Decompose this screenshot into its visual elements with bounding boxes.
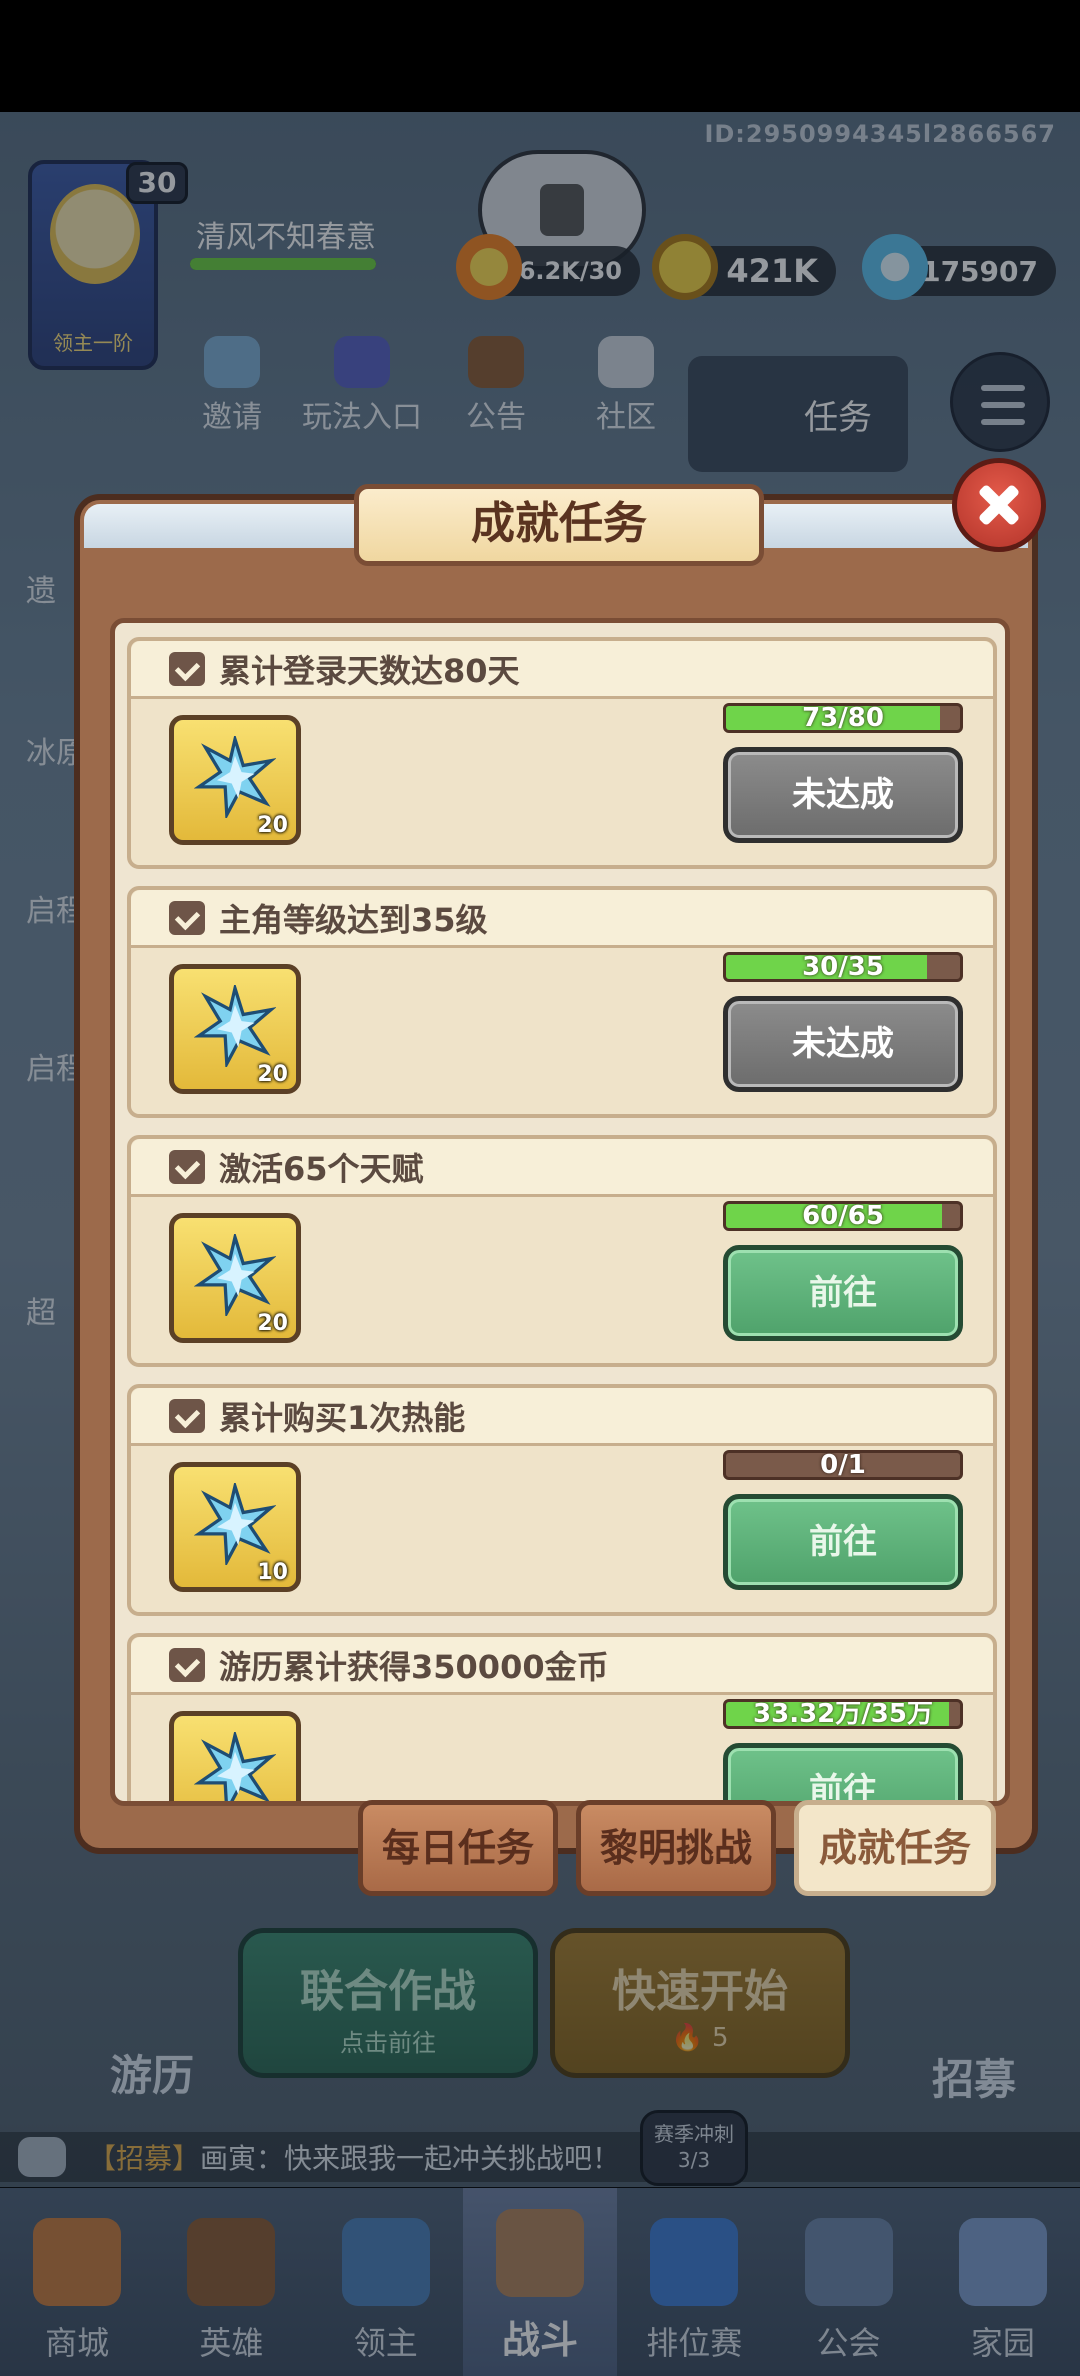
reward-item[interactable]: 20 xyxy=(169,964,301,1094)
crystal-icon xyxy=(194,736,276,818)
go-button[interactable]: 前往 xyxy=(723,1245,963,1341)
reward-item[interactable]: 10 xyxy=(169,1462,301,1592)
progress-text: 33.32万/35万 xyxy=(753,1699,933,1729)
progress-text: 0/1 xyxy=(820,1450,866,1480)
reward-item[interactable]: 20 xyxy=(169,1213,301,1343)
task-title: 激活65个天赋 xyxy=(219,1149,424,1188)
tab-dawn-challenge[interactable]: 黎明挑战 xyxy=(576,1800,776,1896)
task-card: 累计购买1次热能 10 0/1 前往 xyxy=(127,1384,997,1616)
progress-text: 73/80 xyxy=(802,703,884,733)
task-progress-bar: 30/35 xyxy=(723,952,963,982)
crystal-icon xyxy=(194,1732,276,1801)
task-header: 游历累计获得350000金币 xyxy=(131,1637,993,1695)
checkbox-icon xyxy=(169,1149,205,1184)
task-progress-bar: 33.32万/35万 xyxy=(723,1699,963,1729)
task-header: 累计登录天数达80天 xyxy=(131,641,993,699)
checkbox-icon xyxy=(169,900,205,935)
checkbox-icon xyxy=(169,1398,205,1433)
task-card: 激活65个天赋 20 60/65 前往 xyxy=(127,1135,997,1367)
status-bar xyxy=(0,0,1080,112)
tab-achievement[interactable]: 成就任务 xyxy=(794,1800,996,1896)
task-list[interactable]: 累计登录天数达80天 20 73/80 未达成 主角等级达到35级 20 30/35 未达成激… xyxy=(110,618,1010,1806)
popup-title: 成就任务 xyxy=(354,484,764,566)
reward-quantity: 10 xyxy=(257,1560,288,1585)
crystal-icon xyxy=(194,1483,276,1565)
checkbox-icon xyxy=(169,651,205,686)
progress-text: 30/35 xyxy=(802,952,884,982)
task-header: 累计购买1次热能 xyxy=(131,1388,993,1446)
task-header: 主角等级达到35级 xyxy=(131,890,993,948)
close-icon[interactable] xyxy=(952,458,1046,552)
achievement-popup: 累计登录天数达80天 20 73/80 未达成 主角等级达到35级 20 30/35 未达成激… xyxy=(74,494,1038,1854)
task-card: 主角等级达到35级 20 30/35 未达成 xyxy=(127,886,997,1118)
task-title: 累计登录天数达80天 xyxy=(219,651,520,690)
task-progress-bar: 60/65 xyxy=(723,1201,963,1231)
reward-quantity: 20 xyxy=(257,1062,288,1087)
task-progress-bar: 0/1 xyxy=(723,1450,963,1480)
task-card: 累计登录天数达80天 20 73/80 未达成 xyxy=(127,637,997,869)
crystal-icon xyxy=(194,1234,276,1316)
task-title: 累计购买1次热能 xyxy=(219,1398,466,1437)
not-achieved-button[interactable]: 未达成 xyxy=(723,747,963,843)
task-title: 主角等级达到35级 xyxy=(219,900,488,939)
progress-text: 60/65 xyxy=(802,1201,884,1231)
reward-item[interactable] xyxy=(169,1711,301,1801)
reward-quantity: 20 xyxy=(257,1311,288,1336)
go-button[interactable]: 前往 xyxy=(723,1743,963,1801)
go-button[interactable]: 前往 xyxy=(723,1494,963,1590)
task-progress-bar: 73/80 xyxy=(723,703,963,733)
reward-item[interactable]: 20 xyxy=(169,715,301,845)
task-title: 游历累计获得350000金币 xyxy=(219,1647,609,1686)
checkbox-icon xyxy=(169,1647,205,1682)
reward-quantity: 20 xyxy=(257,813,288,838)
tab-daily[interactable]: 每日任务 xyxy=(358,1800,558,1896)
crystal-icon xyxy=(194,985,276,1067)
task-header: 激活65个天赋 xyxy=(131,1139,993,1197)
not-achieved-button[interactable]: 未达成 xyxy=(723,996,963,1092)
task-card: 游历累计获得350000金币 33.32万/35万前往 xyxy=(127,1633,997,1801)
